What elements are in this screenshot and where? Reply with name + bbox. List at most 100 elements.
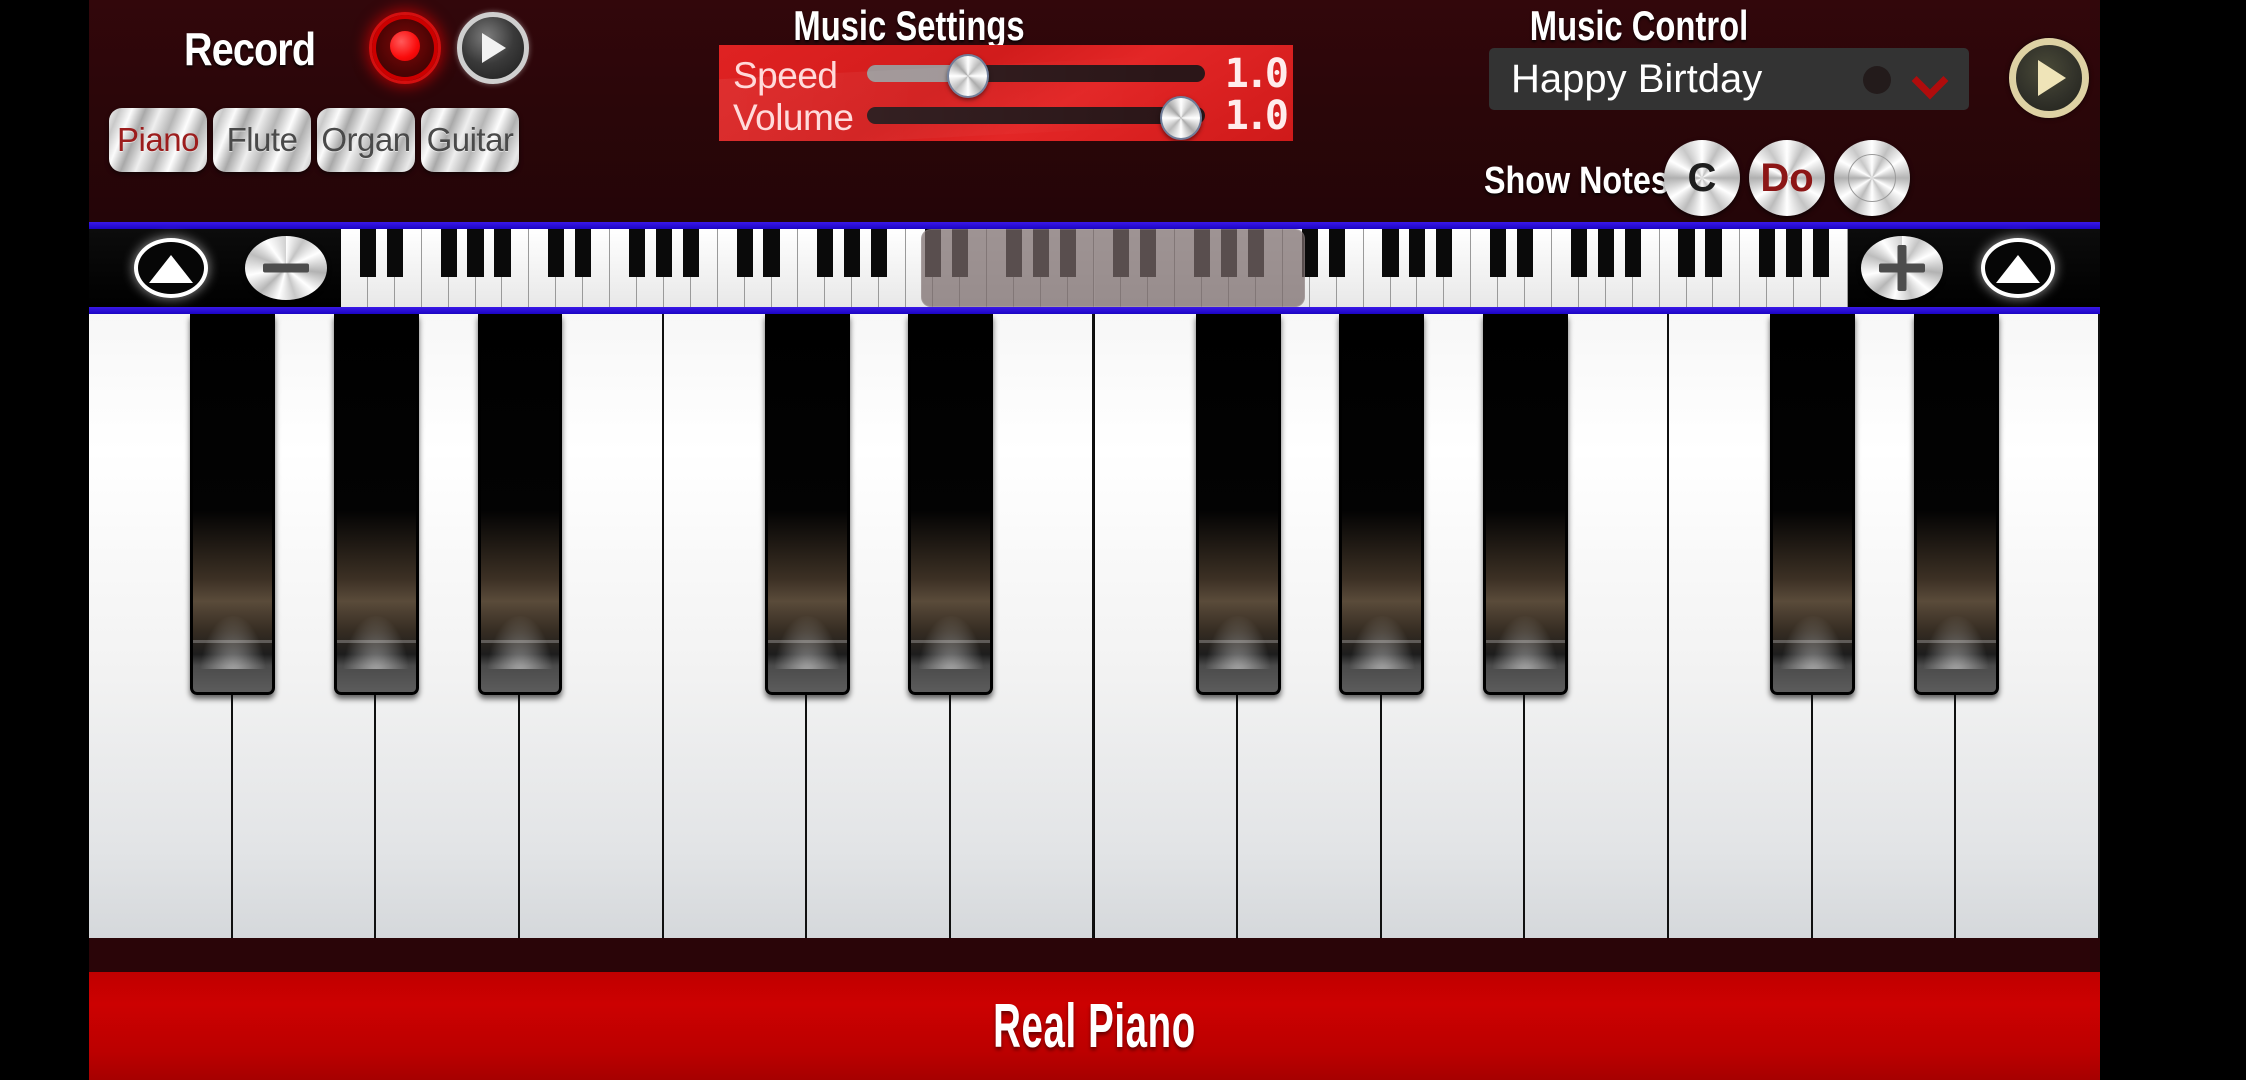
piano-black-key[interactable]	[190, 314, 275, 695]
mini-black-key[interactable]	[1678, 229, 1695, 278]
instrument-label: Piano	[117, 121, 199, 158]
mini-black-key[interactable]	[1409, 229, 1426, 278]
mini-black-key[interactable]	[1759, 229, 1776, 278]
mini-black-key[interactable]	[1328, 229, 1345, 278]
song-play-button[interactable]	[2009, 38, 2089, 118]
mini-black-key[interactable]	[682, 229, 699, 278]
mini-black-key[interactable]	[575, 229, 592, 278]
record-play-button[interactable]	[457, 12, 529, 84]
triangle-up-icon	[1996, 255, 2040, 284]
mini-black-key[interactable]	[1624, 229, 1641, 278]
note-mode-label: Do	[1760, 155, 1814, 200]
piano-black-key[interactable]	[1913, 314, 1999, 695]
black-key-gloss	[336, 639, 416, 643]
piano-black-key[interactable]	[333, 314, 419, 695]
triangle-up-icon	[149, 255, 193, 284]
mini-black-key[interactable]	[440, 229, 457, 278]
mini-black-key[interactable]	[1436, 229, 1453, 278]
instrument-label: Flute	[226, 121, 298, 158]
app-title-bar: Real Piano	[89, 972, 2100, 1080]
mini-keyboard[interactable]	[341, 229, 1848, 307]
record-button[interactable]	[369, 12, 441, 84]
mini-black-key[interactable]	[1570, 229, 1587, 278]
mini-black-key[interactable]	[763, 229, 780, 278]
mini-keyboard-selection[interactable]	[921, 229, 1306, 307]
piano-black-key[interactable]	[1339, 314, 1425, 695]
speed-slider-track[interactable]	[867, 54, 1205, 98]
divider-bottom	[89, 307, 2100, 314]
mini-black-key[interactable]	[1490, 229, 1507, 278]
instrument-button-guitar[interactable]: Guitar	[421, 108, 519, 172]
black-key-gloss	[193, 639, 272, 643]
piano-black-key[interactable]	[1770, 314, 1856, 695]
black-key-gloss	[767, 639, 847, 643]
mini-black-key[interactable]	[628, 229, 646, 278]
piano-black-key[interactable]	[1483, 314, 1568, 695]
mini-black-key[interactable]	[359, 229, 376, 278]
piano-black-key[interactable]	[764, 314, 850, 695]
instrument-button-flute[interactable]: Flute	[213, 108, 311, 172]
zoom-in-button[interactable]	[1861, 236, 1943, 300]
mini-black-key[interactable]	[1813, 229, 1830, 278]
speed-label: Speed	[733, 55, 838, 96]
screen: Record Piano Flute Organ Guitar Music Se…	[0, 0, 2246, 1080]
black-key-gloss	[1916, 639, 1996, 643]
mini-black-key[interactable]	[655, 229, 672, 278]
volume-slider-thumb[interactable]	[1160, 96, 1203, 140]
keyboard-navigation-strip	[89, 222, 2100, 314]
play-triangle-icon	[2037, 60, 2066, 96]
piano-black-key[interactable]	[1195, 314, 1281, 695]
mini-black-key[interactable]	[1786, 229, 1803, 278]
piano-black-key[interactable]	[908, 314, 994, 695]
black-key-gloss	[1773, 639, 1853, 643]
black-key-gloss	[1486, 639, 1565, 643]
dropdown-dot-icon	[1863, 66, 1891, 94]
speed-slider-fill	[867, 65, 969, 82]
speed-slider-row: Speed 1.0	[719, 49, 1293, 98]
mini-black-key[interactable]	[467, 229, 484, 278]
music-settings-panel: Speed 1.0 Volume 1.0	[719, 45, 1293, 141]
main-keyboard[interactable]	[89, 314, 2100, 938]
mini-black-key[interactable]	[1597, 229, 1614, 278]
strip-background	[89, 229, 2100, 307]
song-name: Happy Birtday	[1511, 56, 1763, 101]
music-control-title: Music Control	[1529, 2, 1749, 49]
keyboard-base	[89, 938, 2100, 972]
mini-black-key[interactable]	[736, 229, 753, 278]
black-key-gloss	[1342, 639, 1422, 643]
zoom-out-button[interactable]	[245, 236, 327, 300]
top-control-panel: Record Piano Flute Organ Guitar Music Se…	[89, 0, 2100, 222]
instrument-label: Organ	[321, 121, 411, 158]
instrument-selector: Piano Flute Organ Guitar	[109, 108, 519, 172]
piano-black-key[interactable]	[477, 314, 563, 695]
mini-black-key[interactable]	[386, 229, 403, 278]
mini-black-key[interactable]	[817, 229, 834, 278]
song-dropdown[interactable]: Happy Birtday	[1489, 48, 1969, 110]
volume-slider-track[interactable]	[867, 96, 1205, 140]
divider-top	[89, 222, 2100, 229]
speed-value: 1.0	[1224, 51, 1289, 97]
black-key-gloss	[911, 639, 991, 643]
instrument-button-organ[interactable]: Organ	[317, 108, 415, 172]
mini-black-key[interactable]	[1705, 229, 1722, 278]
app-title: Real Piano	[993, 991, 1196, 1061]
note-mode-button-do[interactable]: Do	[1749, 140, 1825, 216]
note-mode-label: C	[1687, 155, 1717, 200]
scroll-right-button[interactable]	[1981, 238, 2055, 298]
mini-black-key[interactable]	[871, 229, 888, 278]
mini-black-key[interactable]	[494, 229, 511, 278]
mini-black-key[interactable]	[548, 229, 565, 278]
note-mode-button-c[interactable]: C	[1664, 140, 1740, 216]
mini-black-key[interactable]	[1516, 229, 1534, 278]
mini-black-key[interactable]	[844, 229, 861, 278]
note-mode-button-off[interactable]	[1834, 140, 1910, 216]
speed-slider-thumb[interactable]	[947, 54, 990, 98]
record-label: Record	[184, 23, 316, 75]
scroll-left-button[interactable]	[134, 238, 208, 298]
mini-black-key[interactable]	[1382, 229, 1399, 278]
instrument-button-piano[interactable]: Piano	[109, 108, 207, 172]
piano-app: Record Piano Flute Organ Guitar Music Se…	[89, 0, 2100, 1080]
volume-slider-row: Volume 1.0	[719, 91, 1293, 140]
record-circle-icon	[390, 31, 420, 62]
show-notes-label: Show Notes	[1484, 160, 1669, 202]
